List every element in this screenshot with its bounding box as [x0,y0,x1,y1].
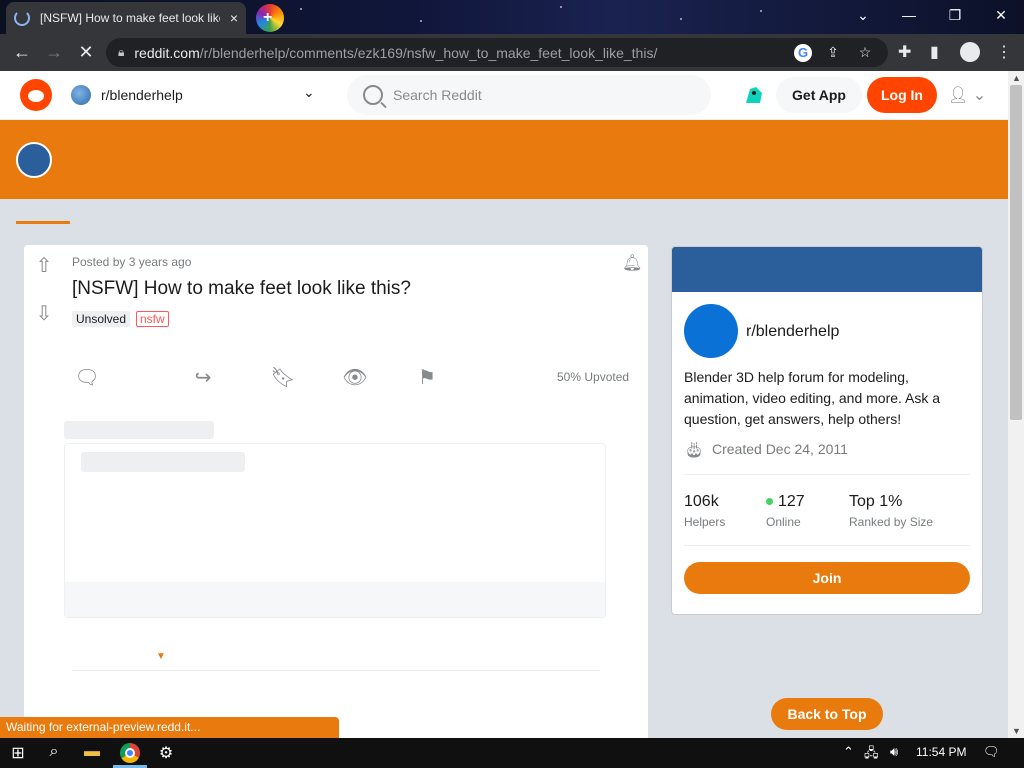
scroll-down-arrow-icon[interactable]: ▼ [1012,726,1021,736]
chrome-taskbar-icon[interactable] [120,743,140,763]
close-window-icon[interactable]: ✕ [978,0,1024,30]
community-name[interactable]: r/blenderhelp [746,323,839,341]
divider [72,670,600,671]
scroll-up-arrow-icon[interactable]: ▲ [1012,73,1021,83]
settings-gear-icon[interactable]: ⚙ [156,743,176,763]
hide-eye-icon[interactable]: 👁︎ [342,365,368,391]
subreddit-dropdown-label[interactable]: r/blenderhelp [101,87,183,103]
get-app-button[interactable]: Get App [776,77,862,113]
url-text: reddit.com/r/blenderhelp/comments/ezk169… [134,44,658,61]
user-menu-icon[interactable]: 👤︎ ⌄ [948,85,986,105]
taskbar-search-icon[interactable]: ⌕ [44,743,64,763]
stat-online-label: Online [766,515,801,529]
star-decoration [420,20,422,22]
reddit-logo-icon[interactable] [20,79,52,111]
subreddit-globe-icon [71,85,91,105]
downvote-arrow-icon[interactable]: ⇩ [32,301,56,325]
tab-close-icon[interactable]: × [230,10,238,26]
tab-title: [NSFW] How to make feet look like this? [40,11,220,25]
post-card: ⇧ ⇩ Posted by 3 years ago 🔔︎ [NSFW] How … [24,245,648,745]
loading-spinner-icon [14,10,30,26]
star-decoration [560,6,562,8]
divider [684,545,970,546]
post-title: [NSFW] How to make feet look like this? [72,278,411,299]
search-icon [363,85,383,105]
forward-arrow-icon[interactable]: → [38,37,70,69]
share-icon[interactable]: ⇪ [824,44,842,62]
advertise-snoo-icon[interactable] [742,83,766,107]
bookmark-star-icon[interactable]: ☆ [856,44,874,62]
share-arrow-icon[interactable]: ↪ [190,365,216,391]
search-input[interactable] [393,87,673,103]
volume-icon[interactable]: 🔊︎ [890,744,898,760]
star-decoration [680,18,682,20]
scrollbar-thumb[interactable] [1010,85,1022,420]
comment-box-skeleton [64,443,606,618]
extensions-puzzle-icon[interactable]: ✚ [898,42,911,62]
notifications-icon[interactable]: 🗨︎ [983,744,1000,760]
post-meta: Posted by 3 years ago [72,255,192,269]
new-tab-plus-icon[interactable]: + [256,4,284,32]
stat-helpers-label: Helpers [684,515,726,529]
star-decoration [760,10,762,12]
sort-caret-icon[interactable]: ▼ [156,651,166,662]
login-button[interactable]: Log In [867,77,937,113]
community-sidebar: r/blenderhelp Blender 3D help forum for … [671,246,983,615]
subreddit-avatar[interactable] [16,142,52,178]
tray-chevron-up-icon[interactable]: ⌃ [843,744,854,760]
windows-taskbar: ⊞ ⌕ ▬ ⚙ ⌃ 🖧︎ 🔊︎ 11:54 PM 🗨︎ [0,738,1024,768]
loading-skeleton [81,452,245,472]
notification-bell-icon[interactable]: 🔔︎ [622,253,642,273]
browser-toolbar: ← → ✕ 🔒︎ reddit.com/r/blenderhelp/commen… [0,34,1024,71]
active-tab-indicator [16,221,70,224]
loading-skeleton [64,421,214,439]
chevron-down-icon[interactable]: ⌄ [303,84,315,101]
lock-icon: 🔒︎ [118,45,125,59]
browser-titlebar: [NSFW] How to make feet look like this? … [0,0,1024,34]
divider [684,474,970,475]
cake-icon: 🎂︎ [684,442,705,459]
browser-tab-active[interactable]: [NSFW] How to make feet look like this? … [6,2,246,34]
reddit-header: r/blenderhelp ⌄ Get App Log In 👤︎ ⌄ [0,71,1008,120]
side-panel-icon[interactable]: ▮ [930,42,939,62]
stop-loading-icon[interactable]: ✕ [70,37,102,69]
back-to-top-button[interactable]: Back to Top [771,698,883,730]
stat-rank-value: Top 1% [849,493,903,510]
search-bar[interactable] [347,75,711,115]
upvote-ratio: 50% Upvoted [557,370,630,384]
profile-avatar-icon[interactable] [960,42,980,62]
network-icon[interactable]: 🖧︎ [864,744,879,766]
page-scrollbar[interactable]: ▲ ▼ [1008,71,1024,738]
nsfw-badge: nsfw [136,311,169,327]
minimize-icon[interactable]: — [886,0,932,30]
browser-status-bar: Waiting for external-preview.redd.it... [0,717,339,738]
upvote-arrow-icon[interactable]: ⇧ [32,253,56,277]
comment-icon[interactable]: 🗨︎ [74,365,100,391]
subreddit-nav [0,199,1008,227]
file-explorer-icon[interactable]: ▬ [82,743,102,763]
report-flag-icon[interactable]: ⚑ [414,365,440,391]
online-dot-icon [766,498,773,506]
kebab-menu-icon[interactable]: ⋮ [996,42,1012,62]
stat-helpers-value: 106k [684,493,719,510]
address-bar[interactable]: 🔒︎ reddit.com/r/blenderhelp/comments/ezk… [106,38,888,67]
post-flair[interactable]: Unsolved [72,311,131,327]
join-button[interactable]: Join [684,562,970,594]
created-date: Created Dec 24, 2011 [712,441,848,457]
community-description: Blender 3D help forum for modeling, anim… [684,369,941,427]
tab-search-chevron-icon[interactable]: ⌄ [840,0,886,30]
stat-online-value: 127 [766,493,805,511]
subreddit-banner [0,120,1008,199]
google-lens-icon[interactable]: G [794,44,812,62]
windows-start-icon[interactable]: ⊞ [8,743,28,763]
save-bookmark-icon[interactable]: 🔖︎ [270,365,296,391]
star-decoration [300,8,302,10]
community-avatar[interactable] [684,304,738,358]
stat-rank-label: Ranked by Size [849,515,934,529]
sidebar-header [672,247,982,292]
loading-skeleton [65,582,605,617]
taskbar-clock[interactable]: 11:54 PM [916,745,966,759]
back-arrow-icon[interactable]: ← [6,37,38,69]
restore-icon[interactable]: ❐ [932,0,978,30]
